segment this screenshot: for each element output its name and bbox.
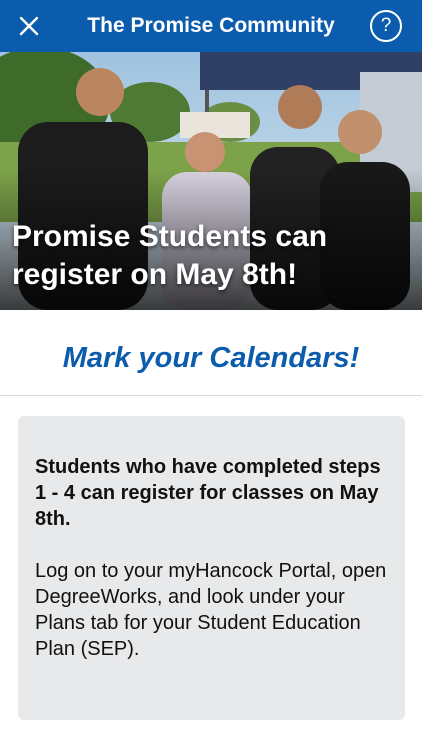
close-icon [19,16,39,36]
help-button[interactable]: ? [370,10,402,42]
page-title: The Promise Community [87,14,335,37]
info-card: Students who have completed steps 1 - 4 … [18,416,405,720]
close-button[interactable] [14,11,44,41]
hero-headline: Promise Students can register on May 8th… [12,220,328,291]
card-paragraph-bold: Students who have completed steps 1 - 4 … [35,456,381,530]
hero-banner: Promise Students can register on May 8th… [0,52,422,310]
card-paragraph: Log on to your myHancock Portal, open De… [35,560,387,660]
top-bar: The Promise Community ? [0,0,422,52]
help-icon: ? [380,15,392,36]
section-heading: Mark your Calendars! [0,310,422,396]
